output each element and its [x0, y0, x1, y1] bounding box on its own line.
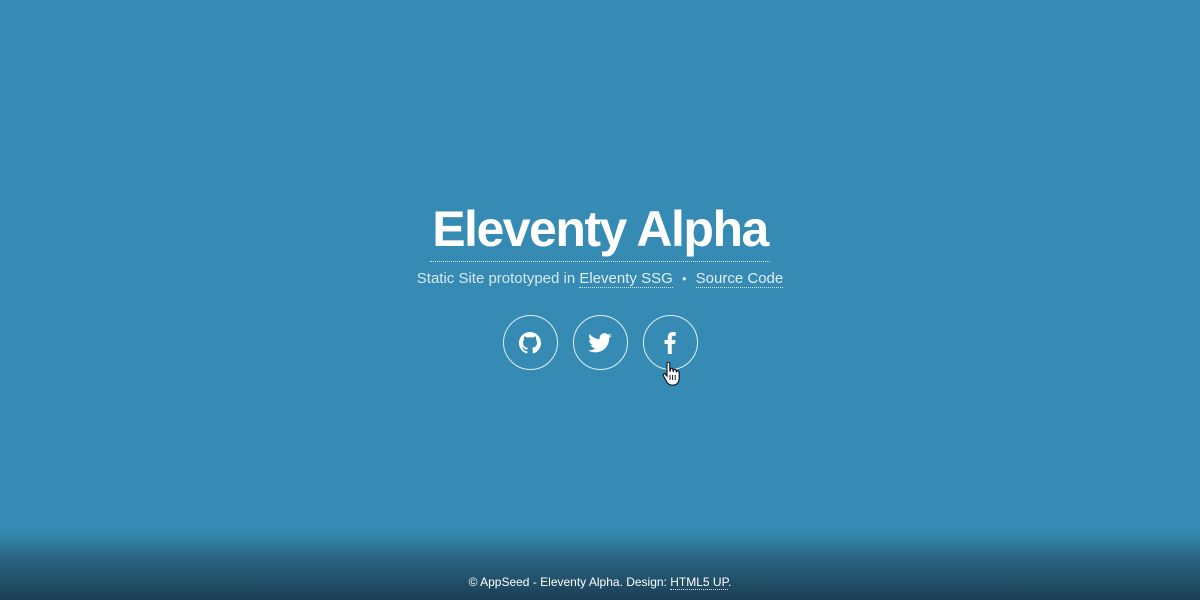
site-title: Eleventy Alpha	[430, 198, 770, 262]
source-code-link[interactable]: Source Code	[695, 270, 784, 288]
subtitle-separator: •	[681, 271, 687, 286]
github-button[interactable]	[502, 315, 558, 370]
subtitle-prefix: Static Site prototyped in	[416, 270, 576, 287]
github-icon	[519, 331, 541, 354]
twitter-button[interactable]	[572, 315, 628, 370]
twitter-icon	[588, 332, 612, 353]
eleventy-ssg-link[interactable]: Eleventy SSG	[579, 270, 673, 288]
footer-period: .	[728, 575, 732, 589]
html5up-link[interactable]: HTML5 UP	[670, 575, 729, 590]
footer-copyright-text: © AppSeed - Eleventy Alpha. Design:	[468, 575, 667, 589]
site-footer: © AppSeed - Eleventy Alpha. Design: HTML…	[0, 530, 1200, 600]
site-header: Eleventy Alpha Static Site prototyped in…	[0, 198, 1200, 289]
facebook-icon	[664, 331, 676, 354]
page: Eleventy Alpha Static Site prototyped in…	[0, 0, 1200, 600]
site-subtitle: Static Site prototyped in Eleventy SSG •…	[0, 269, 1200, 289]
facebook-button[interactable]	[642, 315, 698, 370]
social-links	[0, 315, 1200, 370]
footer-copyright: © AppSeed - Eleventy Alpha. Design: HTML…	[0, 574, 1200, 590]
